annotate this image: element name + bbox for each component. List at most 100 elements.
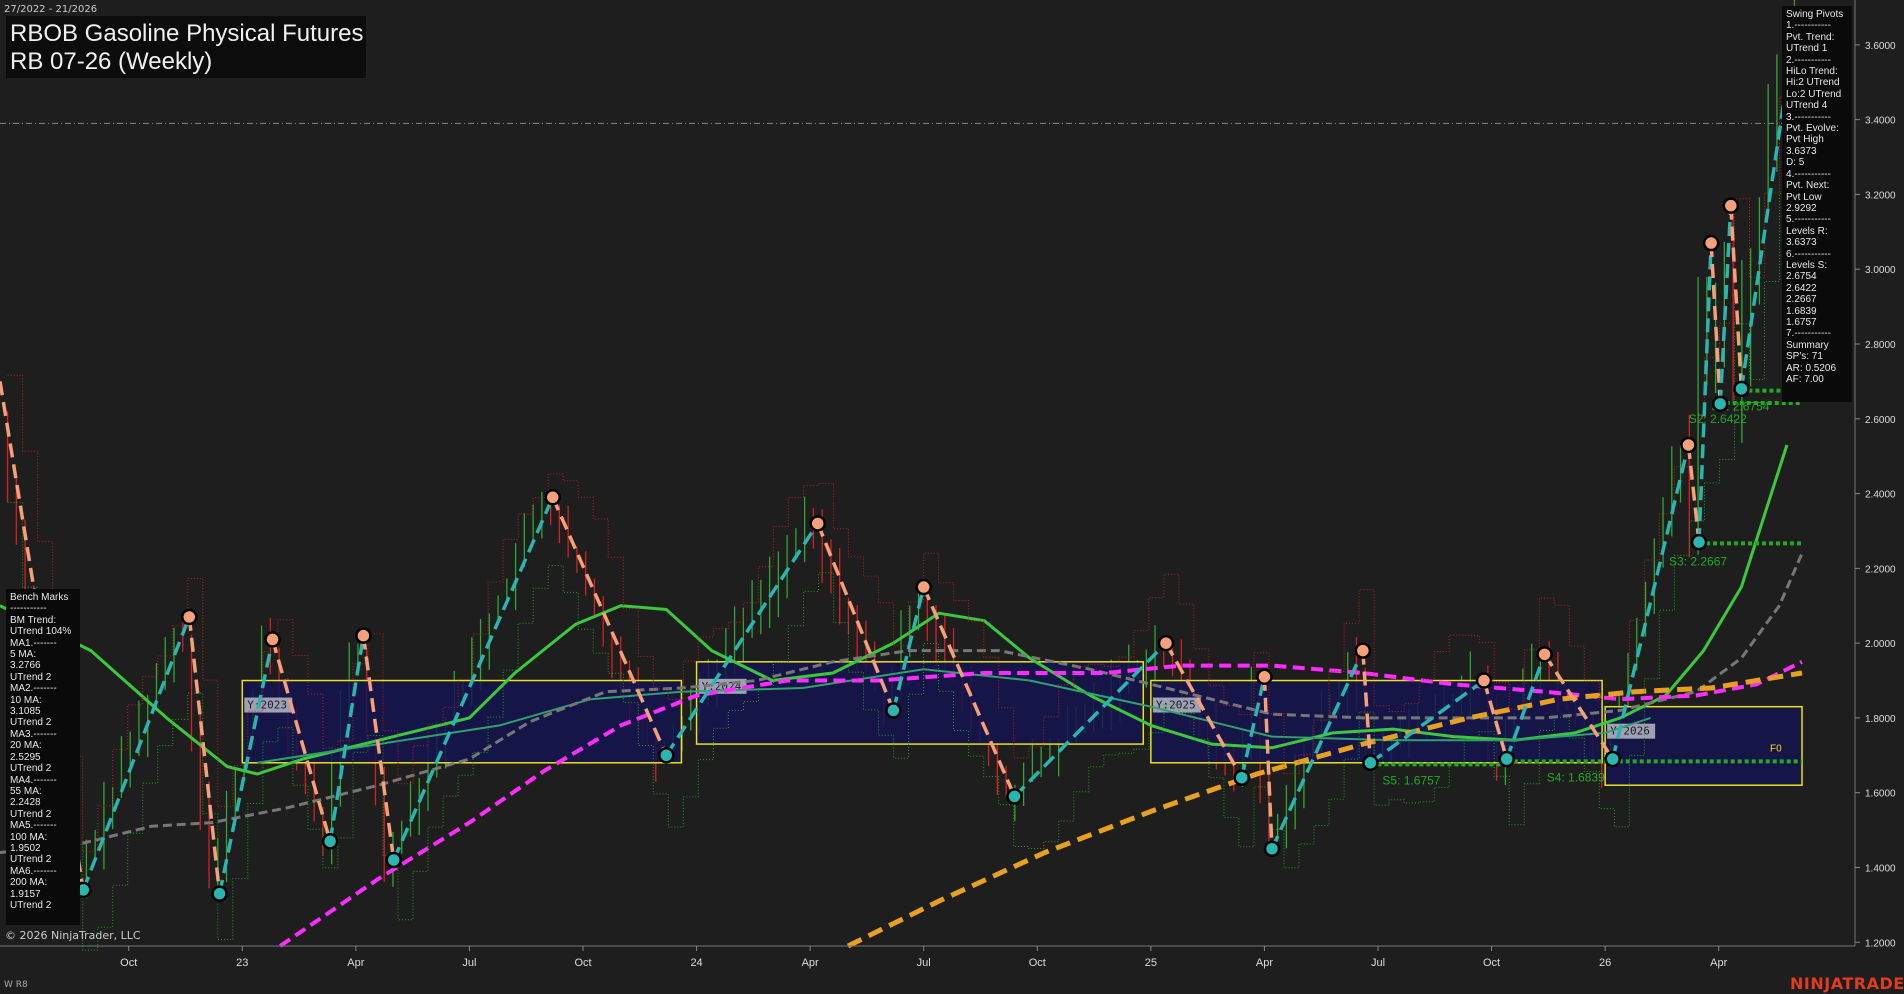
pivot-low-marker [385,851,402,869]
pivot-panel-line: 2.6422 [1786,282,1817,294]
y-tick-label: 1.2000 [1865,938,1896,949]
year-box-label: Y:2023 [247,699,287,712]
support-level-label: S5: 1.6757 [1382,773,1440,787]
bench-panel-line: MA5.------- [10,820,57,832]
pivot-panel-line: 2.2667 [1786,294,1817,306]
x-tick-label: Apr [1256,957,1273,969]
pivot-panel-line: 2.9292 [1786,202,1817,214]
date-range-label: 27/2022 - 21/2026 [4,4,98,15]
pivot-panel-line: 7.----------- [1786,328,1831,340]
support-level-label: S4: 1.6839 [1547,770,1605,784]
f0-label: F0 [1770,744,1782,755]
pivot-panel-line: HiLo Trend: [1786,66,1838,78]
chart-subtitle: RB 07-26 (Weekly) [10,48,213,75]
bench-panel-line: 1.9157 [10,888,41,900]
bench-panel-line: 2.5295 [10,751,41,763]
bench-panel-line: MA2.------- [10,683,57,695]
pivot-low-marker [1362,754,1379,772]
pivot-panel-line: Pvt High [1786,134,1824,146]
year-box [241,679,683,764]
bench-panel-line: ----------- [10,603,47,615]
bench-panel-line: UTrend 2 [10,899,52,911]
pivot-high-marker [1475,672,1493,689]
pivot-low-marker [211,885,228,902]
bench-panel-line: 200 MA: [10,877,48,889]
pivot-panel-line: Levels R: [1786,225,1828,237]
pivot-high-marker [544,489,561,506]
bench-panel-line: 10 MA: [10,694,42,706]
pivot-high-marker [355,627,372,644]
pivot-high-marker [1702,234,1720,252]
pivot-high-marker [181,608,198,626]
bench-panel-line: UTrend 2 [10,854,52,866]
bench-panel-line: UTrend 2 [10,763,52,775]
x-tick-label: Oct [120,957,137,969]
y-tick-label: 2.4000 [1865,490,1896,501]
pivot-high-marker [1536,646,1553,663]
pivot-panel-line: 3.6373 [1786,237,1817,249]
bench-panel-line: 20 MA: [10,740,42,752]
x-tick-label: 23 [236,957,248,969]
pivot-low-marker [1006,788,1023,805]
y-tick-label: 3.4000 [1865,116,1896,127]
x-tick-label: Jul [917,957,931,969]
pivot-panel-line: Lo:2 UTrend [1786,88,1842,100]
bench-panel-line: UTrend 104% [10,626,72,638]
bench-panel-line: MA4.------- [10,774,57,786]
pivot-high-marker [1157,634,1175,652]
bench-panel-line: 1.9502 [10,842,41,854]
pivot-panel-line: 1.6757 [1786,316,1817,328]
pivot-panel-line: 1.----------- [1786,20,1831,32]
pivot-high-marker [1680,436,1697,454]
y-tick-label: 2.6000 [1865,415,1896,426]
pivot-low-marker [321,833,339,850]
x-tick-label: Apr [347,957,364,969]
price-chart[interactable]: Y:2023Y:2024Y:2025Y:2026F0 S1: 2.6754S2:… [0,0,1904,994]
pivot-panel-line: Swing Pivots [1786,9,1844,20]
pivot-panel-line: 3.6373 [1786,145,1817,157]
pivot-panel-line: Levels S: [1786,259,1828,271]
pivot-high-marker [1722,197,1740,214]
pivot-low-marker [885,702,902,719]
ninjatrader-logo: NINJATRADER [1790,974,1904,993]
bench-panel-line: UTrend 2 [10,717,52,729]
x-tick-label: Apr [802,957,819,969]
pivot-panel-line: D: 5 [1786,157,1805,169]
x-tick-label: 26 [1599,957,1611,969]
pivot-low-marker [1498,750,1515,768]
pivot-panel-line: Pvt. Next: [1786,180,1830,192]
bench-panel-line: 2.2428 [10,797,41,809]
pivot-high-marker [915,578,932,596]
bench-panel-line: 55 MA: [10,785,42,797]
x-tick-label: 24 [690,957,702,969]
pivot-panel-line: Summary [1786,339,1829,351]
bench-panel-line: UTrend 2 [10,808,52,820]
pivot-high-marker [264,631,281,648]
pivot-panel-line: Hi:2 UTrend [1786,77,1840,89]
y-tick-label: 3.6000 [1865,41,1896,52]
pivot-panel-line: 4.----------- [1786,168,1831,180]
pivot-panel-line: 5.----------- [1786,214,1831,226]
pivot-panel-line: Pvt. Trend: [1786,31,1835,43]
y-tick-label: 2.2000 [1865,564,1896,575]
bench-panel-line: BM Trend: [10,614,57,626]
x-tick-label: Oct [574,957,591,969]
y-axis-background [1855,0,1904,946]
copyright-text: © 2026 NinjaTrader, LLC [5,929,141,942]
pivot-high-marker [1354,642,1372,659]
x-tick-label: Oct [1029,957,1046,969]
pivot-low-marker [1263,840,1281,858]
corner-label: W R8 [4,980,28,990]
year-box-label: Y:2026 [1610,725,1650,738]
pivot-panel-line: 1.6839 [1786,305,1817,317]
chart-title: RBOB Gasoline Physical Futures [10,20,364,47]
pivot-low-marker [1604,750,1621,768]
pivot-low-marker [1711,395,1729,413]
x-tick-label: Apr [1710,957,1727,969]
x-tick-label: 25 [1145,957,1157,969]
y-tick-label: 3.2000 [1865,190,1896,201]
x-tick-label: Jul [462,957,476,969]
bench-panel-line: MA3.------- [10,728,57,740]
pivot-panel-line: SP's: 71 [1786,351,1823,363]
pivot-panel-line: 6.----------- [1786,248,1831,260]
